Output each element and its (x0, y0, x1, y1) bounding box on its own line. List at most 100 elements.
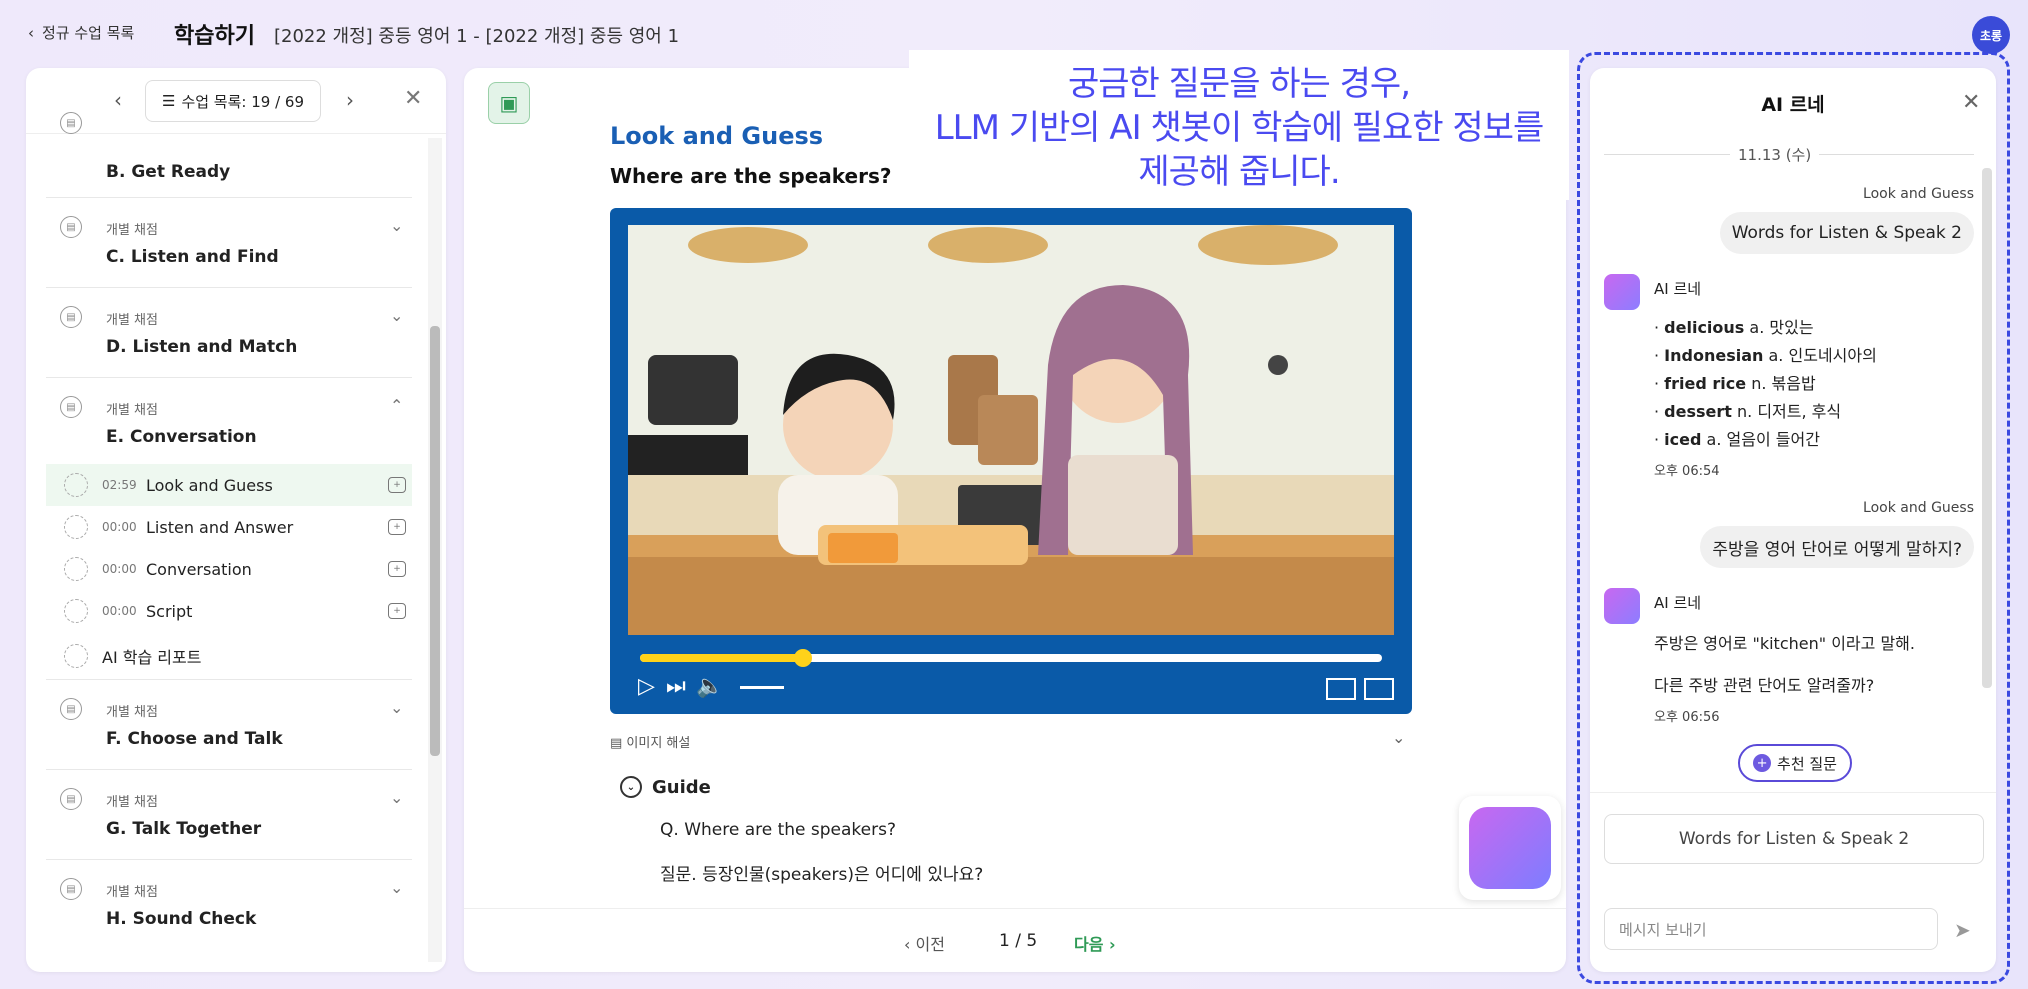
document-icon: ▤ (610, 736, 627, 751)
vocab-item: · dessert n. 디저트, 후식 (1654, 402, 1842, 421)
item-time: 00:00 (102, 520, 137, 534)
book-icon[interactable]: ▣ (488, 82, 530, 124)
recommend-question-button[interactable]: + 추천 질문 (1738, 744, 1852, 782)
section-h[interactable]: ▤ 개별 채점 H. Sound Check ⌄ (46, 860, 412, 950)
vocab-def: n. 디저트, 후식 (1737, 402, 1842, 421)
plus-icon: + (1753, 754, 1772, 772)
section-g[interactable]: ▤ 개별 채점 G. Talk Together ⌄ (46, 770, 412, 860)
close-icon[interactable]: ✕ (1962, 90, 1980, 115)
image-description-label: 이미지 해설 (626, 736, 691, 751)
message-time: 오후 06:54 (1654, 464, 1720, 479)
mascot-icon (1469, 807, 1551, 889)
progress-circle-icon (64, 599, 88, 623)
next-page-button[interactable]: 다음 › (1074, 931, 1116, 955)
vocab-word: fried rice (1664, 374, 1747, 393)
list-item-look-and-guess[interactable]: 02:59 Look and Guess + (46, 464, 412, 506)
prev-page-button[interactable]: ‹ 이전 (904, 931, 945, 955)
vocab-item: · delicious a. 맛있는 (1654, 318, 1814, 337)
scrollbar-thumb[interactable] (430, 326, 440, 756)
section-tag: 개별 채점 (106, 795, 158, 810)
course-subtitle: [2022 개정] 중등 영어 1 - [2022 개정] 중등 영어 1 (274, 26, 680, 47)
chat-plus-icon[interactable]: + (388, 519, 406, 535)
section-c[interactable]: ▤ 개별 채점 C. Listen and Find ⌄ (46, 198, 412, 288)
vocab-word: Indonesian (1664, 346, 1764, 365)
guide-question: Q. Where are the speakers? (660, 820, 896, 840)
item-time: 02:59 (102, 478, 137, 492)
video-player[interactable]: ▷ ⏭ 🔈 (610, 208, 1412, 714)
section-name: E. Conversation (106, 427, 257, 447)
chevron-up-icon[interactable]: ⌃ (390, 396, 403, 415)
fullscreen-icon[interactable] (1364, 678, 1394, 700)
send-icon[interactable]: ➤ (1954, 918, 1971, 942)
activity-question: Where are the speakers? (610, 164, 892, 188)
chevron-down-icon[interactable]: ⌄ (390, 788, 403, 807)
chat-scrollbar[interactable] (1982, 168, 1992, 688)
message-context: Look and Guess (1863, 186, 1974, 202)
volume-icon[interactable]: 🔈 (696, 674, 723, 699)
progress-circle-icon (64, 643, 88, 668)
list-item-listen-and-answer[interactable]: 00:00 Listen and Answer + (46, 506, 412, 548)
chat-date: 11.13 (수) (1730, 144, 1820, 165)
chat-plus-icon[interactable]: + (388, 603, 406, 619)
vocab-word: dessert (1664, 402, 1732, 421)
guide-heading[interactable]: ⌄ Guide (620, 776, 711, 798)
section-name: B. Get Ready (106, 162, 231, 182)
bot-message-line: 다른 주방 관련 단어도 알려줄까? (1654, 676, 1875, 695)
chevron-down-icon[interactable]: ⌄ (1392, 728, 1405, 747)
item-label: Conversation (146, 559, 252, 579)
back-to-list-link[interactable]: ‹ 정규 수업 목록 (28, 22, 134, 43)
chevron-down-icon[interactable]: ⌄ (390, 698, 403, 717)
user-message: 주방을 영어 단어로 어떻게 말하지? (1700, 526, 1974, 568)
video-progress-fill (640, 654, 804, 662)
ai-mascot-button[interactable] (1459, 796, 1561, 900)
list-item-conversation[interactable]: 00:00 Conversation + (46, 548, 412, 590)
video-progress-bar[interactable] (640, 649, 1382, 667)
document-icon: ▤ (60, 112, 82, 134)
chevron-down-icon[interactable]: ⌄ (390, 878, 403, 897)
vocab-def: a. 얼음이 들어간 (1706, 430, 1820, 449)
lesson-list-panel: ‹ ☰ 수업 목록: 19 / 69 › ✕ ▤ B. Get Ready ▤ … (26, 68, 446, 972)
suggested-question-button[interactable]: Words for Listen & Speak 2 (1604, 814, 1984, 864)
vocab-word: delicious (1664, 318, 1745, 337)
section-e[interactable]: ▤ 개별 채점 E. Conversation ⌃ (46, 378, 412, 464)
section-f[interactable]: ▤ 개별 채점 F. Choose and Talk ⌄ (46, 680, 412, 770)
list-item-ai-report[interactable]: AI 학습 리포트 (46, 632, 412, 680)
image-description-toggle[interactable]: ▤ 이미지 해설 (610, 732, 690, 751)
list-item-script[interactable]: 00:00 Script + (46, 590, 412, 632)
message-time: 오후 06:56 (1654, 710, 1720, 725)
section-tag: 개별 채점 (106, 885, 158, 900)
play-icon[interactable]: ▷ (638, 674, 655, 699)
document-icon: ▤ (60, 216, 82, 238)
skip-forward-icon[interactable]: ⏭ (666, 674, 686, 699)
item-label: Listen and Answer (146, 517, 294, 537)
chevron-down-icon[interactable]: ⌄ (390, 216, 403, 235)
message-input[interactable]: 메시지 보내기 (1604, 908, 1938, 950)
progress-circle-icon (64, 473, 88, 497)
user-avatar[interactable]: 초롱 (1972, 16, 2010, 54)
chat-plus-icon[interactable]: + (388, 477, 406, 493)
chevron-down-circle-icon: ⌄ (620, 776, 642, 798)
document-icon: ▤ (60, 396, 82, 418)
back-label: 정규 수업 목록 (42, 24, 135, 42)
pagination-footer: ‹ 이전 1 / 5 다음 › (464, 908, 1566, 972)
user-message: Words for Listen & Speak 2 (1719, 212, 1974, 254)
section-b[interactable]: ▤ B. Get Ready (46, 108, 412, 198)
next-label: 다음 (1074, 935, 1104, 954)
video-progress-handle[interactable] (794, 649, 813, 667)
chevron-down-icon[interactable]: ⌄ (390, 306, 403, 325)
message-context: Look and Guess (1863, 500, 1974, 516)
progress-circle-icon (64, 515, 88, 539)
section-name: F. Choose and Talk (106, 729, 283, 749)
item-label: Look and Guess (146, 475, 273, 495)
volume-slider[interactable] (740, 686, 784, 689)
callout-line-3: 제공해 줍니다. (1138, 152, 1340, 192)
progress-circle-icon (64, 557, 88, 581)
bot-name: AI 르네 (1654, 280, 1702, 298)
ai-avatar (1604, 588, 1640, 624)
page-indicator: 1 / 5 (999, 931, 1038, 951)
section-d[interactable]: ▤ 개별 채점 D. Listen and Match ⌄ (46, 288, 412, 378)
item-time: 00:00 (102, 604, 137, 618)
chat-plus-icon[interactable]: + (388, 561, 406, 577)
theater-mode-icon[interactable] (1326, 678, 1356, 700)
vocab-def: a. 인도네시아의 (1768, 346, 1877, 365)
